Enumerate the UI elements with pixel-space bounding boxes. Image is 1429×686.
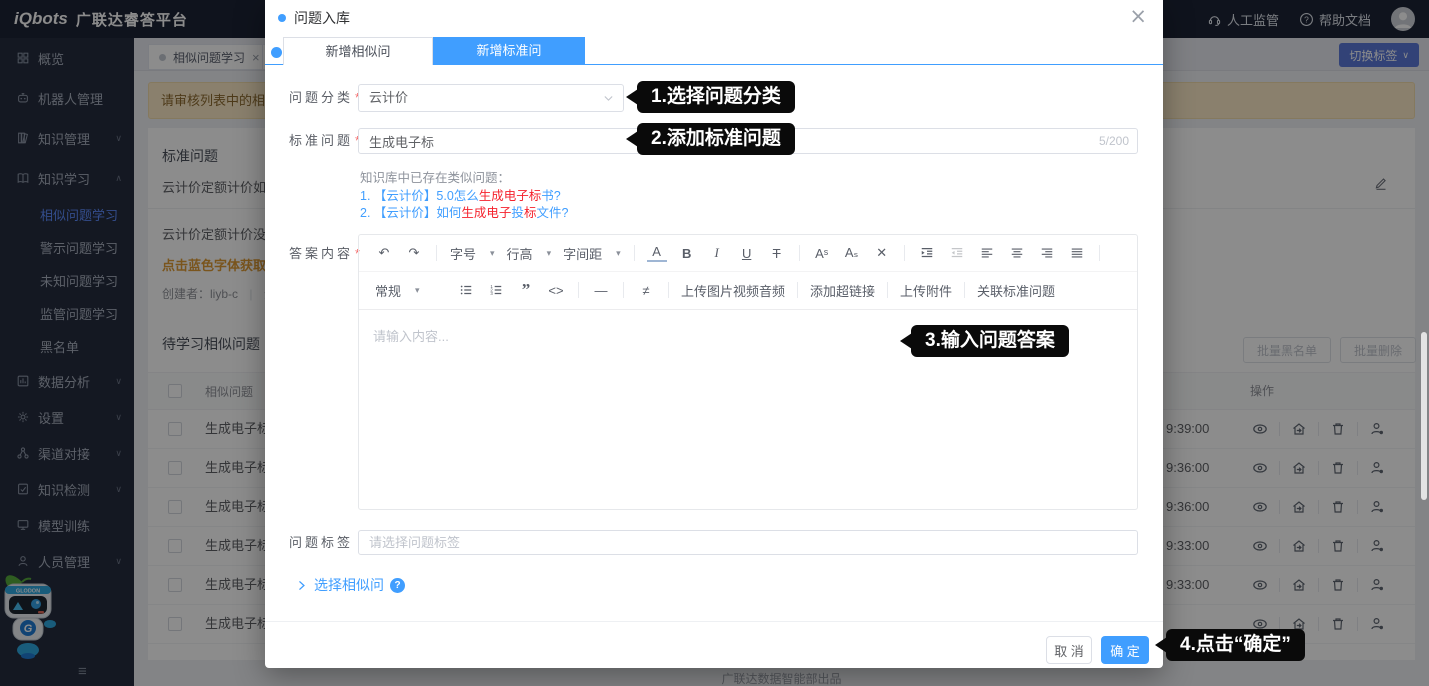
callout-step1: 1.选择问题分类	[637, 81, 795, 113]
dialog-header: 问题入库 ×	[265, 0, 1163, 37]
category-label: 问题分类*	[289, 84, 360, 112]
line-height-dropdown[interactable]: 行高▾	[507, 244, 552, 263]
align-center-icon[interactable]	[1007, 246, 1027, 261]
divider	[578, 282, 579, 298]
subscript-icon[interactable]: Aₛ	[842, 245, 862, 261]
outdent-icon[interactable]	[947, 246, 967, 261]
tab-add-similar-question[interactable]: 新增相似问	[283, 37, 433, 65]
horizontal-rule-icon[interactable]: —	[591, 283, 611, 298]
clear-style-icon[interactable]: ✕	[872, 245, 892, 261]
align-right-icon[interactable]	[1037, 246, 1057, 261]
category-value: 云计价	[369, 85, 408, 111]
divider	[668, 282, 669, 298]
tag-field	[358, 530, 1138, 555]
char-counter: 5/200	[1099, 129, 1129, 153]
rich-text-editor: ↶ ↷ 字号▾ 行高▾ 字间距▾ A B I U T Aˢ Aₛ ✕	[358, 234, 1138, 510]
link-standard-question-button[interactable]: 关联标准问题	[977, 281, 1055, 300]
undo-icon[interactable]: ↶	[374, 245, 394, 261]
similar-question-link[interactable]: 1. 【云计价】5.0怎么生成电子标书?	[360, 188, 568, 206]
close-icon[interactable]: ×	[1129, 4, 1147, 28]
chevron-down-icon: ▾	[547, 248, 552, 259]
tab-add-standard-question[interactable]: 新增标准问	[433, 37, 585, 65]
chevron-down-icon: ▾	[490, 248, 495, 259]
align-justify-icon[interactable]	[1067, 246, 1087, 261]
chevron-right-icon	[295, 579, 308, 592]
upload-attachment-button[interactable]: 上传附件	[900, 281, 952, 300]
divider	[436, 245, 437, 261]
letter-spacing-dropdown[interactable]: 字间距▾	[563, 244, 621, 263]
chevron-down-icon	[602, 92, 615, 105]
divider	[634, 245, 635, 261]
dialog-tabs: 新增相似问 新增标准问	[265, 37, 1163, 65]
divider	[964, 282, 965, 298]
font-size-dropdown[interactable]: 字号▾	[450, 244, 495, 263]
italic-icon[interactable]: I	[707, 245, 727, 261]
callout-step4: 4.点击“确定”	[1166, 629, 1305, 661]
chevron-down-icon: ▾	[415, 285, 420, 296]
paragraph-format-dropdown[interactable]: 常规▾	[375, 281, 445, 300]
answer-placeholder: 请输入内容...	[373, 326, 449, 345]
callout-step3: 3.输入问题答案	[911, 325, 1069, 357]
upload-media-button[interactable]: 上传图片视频音频	[681, 281, 785, 300]
scrollbar-thumb[interactable]	[1421, 332, 1427, 500]
tag-input[interactable]	[359, 531, 1137, 554]
numbered-list-icon[interactable]	[486, 283, 506, 298]
blockquote-icon[interactable]: ”	[516, 285, 536, 295]
help-tooltip-icon[interactable]: ?	[390, 578, 405, 593]
divider	[1099, 245, 1100, 261]
title-dot	[278, 14, 286, 22]
align-left-icon[interactable]	[977, 246, 997, 261]
editor-toolbar-row2: 常规▾ ” <> — ≠ 上传图片视频音频 添加超链接 上传附件 关联标准问题	[359, 272, 1137, 308]
bullet-list-icon[interactable]	[456, 283, 476, 298]
add-hyperlink-button[interactable]: 添加超链接	[810, 281, 875, 300]
dialog-title: 问题入库	[294, 0, 350, 36]
choose-similar-toggle[interactable]: 选择相似问 ?	[295, 575, 405, 595]
similar-question-link[interactable]: 2. 【云计价】如何生成电子投标文件?	[360, 205, 568, 223]
divider	[887, 282, 888, 298]
underline-icon[interactable]: U	[737, 246, 757, 261]
chevron-down-icon: ▾	[616, 248, 621, 259]
font-color-icon[interactable]: A	[647, 244, 667, 262]
strikethrough-icon[interactable]: T	[767, 246, 787, 261]
divider	[799, 245, 800, 261]
answer-label: 答案内容*	[289, 243, 360, 262]
standard-question-label: 标准问题*	[289, 128, 360, 154]
bold-icon[interactable]: B	[677, 246, 697, 261]
redo-icon[interactable]: ↷	[404, 245, 424, 261]
cancel-button[interactable]: 取 消	[1046, 636, 1092, 664]
divider	[797, 282, 798, 298]
clear-format-icon[interactable]: ≠	[636, 283, 656, 298]
superscript-icon[interactable]: Aˢ	[812, 246, 832, 261]
existing-similar-hints: 知识库中已存在类似问题： 1. 【云计价】5.0怎么生成电子标书? 2. 【云计…	[360, 170, 568, 223]
category-select[interactable]: 云计价	[358, 84, 624, 112]
divider	[623, 282, 624, 298]
screen: iQbots 广联达睿答平台 人工监管 帮助文档 概览 机器人管理	[0, 0, 1429, 686]
editor-toolbar-row1: ↶ ↷ 字号▾ 行高▾ 字间距▾ A B I U T Aˢ Aₛ ✕	[359, 235, 1137, 272]
tag-label: 问题标签	[289, 530, 353, 555]
confirm-button[interactable]: 确 定	[1101, 636, 1149, 664]
divider	[265, 621, 1163, 622]
divider	[904, 245, 905, 261]
callout-step2: 2.添加标准问题	[637, 123, 795, 155]
code-icon[interactable]: <>	[546, 283, 566, 298]
indent-icon[interactable]	[917, 246, 937, 261]
